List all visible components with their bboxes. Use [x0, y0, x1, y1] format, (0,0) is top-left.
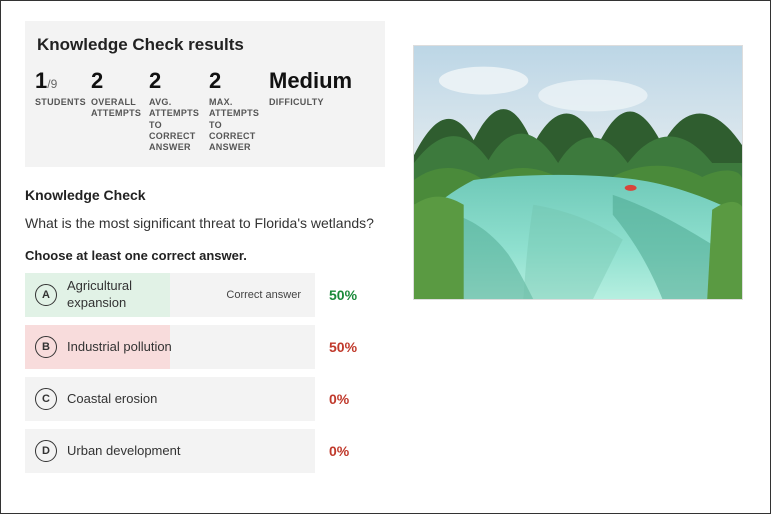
answer-text-b: Industrial pollution [67, 339, 305, 355]
stat-avg: 2 AVG. ATTEMPTS TO CORRECT ANSWER [149, 69, 201, 153]
stat-overall-value: 2 [91, 69, 141, 93]
stat-difficulty: Medium DIFFICULTY [269, 69, 352, 108]
answer-text-a: Agricultural expansion [67, 278, 157, 311]
stat-difficulty-value: Medium [269, 69, 352, 93]
answer-pct-b: 50% [329, 339, 371, 355]
results-panel: Knowledge Check results 1/9 STUDENTS 2 O… [25, 21, 385, 167]
stat-max-label: MAX. ATTEMPTS TO CORRECT ANSWER [209, 97, 261, 153]
answer-pct-c: 0% [329, 391, 371, 407]
stat-overall-label: OVERALL ATTEMPTS [91, 97, 141, 120]
answer-row-d[interactable]: D Urban development 0% [25, 429, 385, 473]
stat-students-suffix: /9 [47, 77, 57, 91]
results-title: Knowledge Check results [37, 35, 375, 55]
instruction-text: Choose at least one correct answer. [25, 248, 385, 263]
answer-text-d: Urban development [67, 443, 305, 459]
stat-max-value: 2 [209, 69, 261, 93]
answer-row-c[interactable]: C Coastal erosion 0% [25, 377, 385, 421]
stat-students-value: 1 [35, 68, 47, 93]
answer-letter-b: B [35, 336, 57, 358]
stat-overall: 2 OVERALL ATTEMPTS [91, 69, 141, 120]
question-text: What is the most significant threat to F… [25, 213, 385, 233]
correct-answer-tag: Correct answer [226, 289, 305, 301]
stat-students-label: STUDENTS [35, 97, 83, 108]
stat-avg-label: AVG. ATTEMPTS TO CORRECT ANSWER [149, 97, 201, 153]
answer-row-b[interactable]: B Industrial pollution 50% [25, 325, 385, 369]
answer-letter-a: A [35, 284, 57, 306]
stat-students: 1/9 STUDENTS [35, 69, 83, 108]
answer-letter-d: D [35, 440, 57, 462]
answer-pct-d: 0% [329, 443, 371, 459]
answer-letter-c: C [35, 388, 57, 410]
stats-row: 1/9 STUDENTS 2 OVERALL ATTEMPTS 2 AVG. A… [35, 69, 375, 153]
answer-pct-a: 50% [329, 287, 371, 303]
question-image [413, 45, 743, 300]
answer-text-c: Coastal erosion [67, 391, 305, 407]
answer-row-a[interactable]: A Agricultural expansion Correct answer … [25, 273, 385, 317]
check-heading: Knowledge Check [25, 187, 385, 203]
stat-difficulty-label: DIFFICULTY [269, 97, 352, 108]
answers-list: A Agricultural expansion Correct answer … [25, 273, 385, 473]
stat-avg-value: 2 [149, 69, 201, 93]
stat-max: 2 MAX. ATTEMPTS TO CORRECT ANSWER [209, 69, 261, 153]
